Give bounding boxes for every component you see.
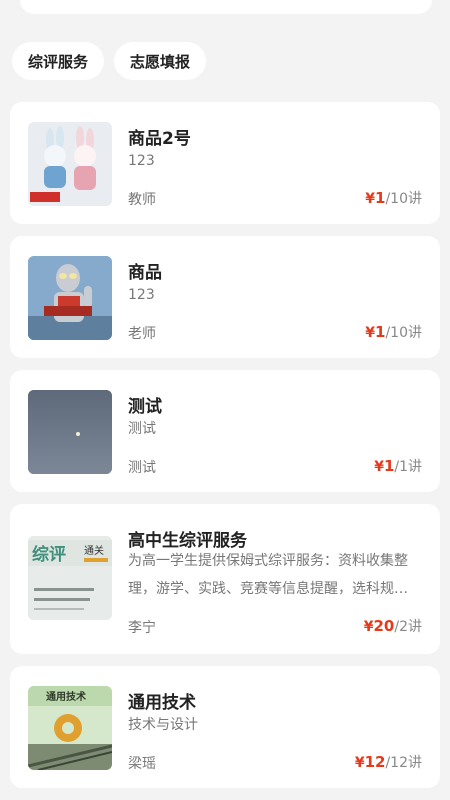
general-technology-book-image: 通用技术 [28,686,112,770]
chip-volunteer-filling[interactable]: 志愿填报 [114,42,207,80]
top-search-card [20,0,432,14]
course-teacher: 教师 [128,192,156,208]
svg-text:通关: 通关 [84,544,104,557]
svg-text:通用技术: 通用技术 [46,690,86,703]
course-description: 123 [128,287,155,303]
course-card[interactable]: 商品 123 老师 ¥1/10讲 [10,236,440,358]
course-description: 测试 [128,421,156,437]
night-sky-moon-image [28,390,112,474]
course-thumbnail: 综评 通关 [28,536,112,620]
course-price: ¥1/10讲 [365,323,422,341]
ultraman-figure-image [28,256,112,340]
course-card[interactable]: 通用技术 通用技术 技术与设计 梁瑶 ¥12/12讲 [10,666,440,788]
course-teacher: 老师 [128,326,156,342]
category-chips: 综评服务 志愿填报 [12,42,207,80]
course-card[interactable]: 商品2号 123 教师 ¥1/10讲 [10,102,440,224]
chip-comprehensive-evaluation[interactable]: 综评服务 [12,42,105,80]
course-thumbnail: 通用技术 [28,686,112,770]
course-description: 技术与设计 [128,717,198,733]
course-price: ¥20/2讲 [363,617,422,635]
svg-text:综评: 综评 [32,544,66,565]
course-description: 123 [128,153,155,169]
course-description: 为高一学生提供保姆式综评服务：资料收集整理，游学、实践、竞赛等信息提醒，选科规划… [128,553,408,597]
course-teacher: 李宁 [128,620,156,636]
course-thumbnail [28,256,112,340]
course-price: ¥1/1讲 [374,457,422,475]
course-teacher: 测试 [128,460,156,476]
course-teacher: 梁瑶 [128,756,156,772]
course-card[interactable]: 测试 测试 测试 ¥1/1讲 [10,370,440,492]
course-thumbnail [28,122,112,206]
course-price: ¥1/10讲 [365,189,422,207]
course-title: 通用技术 [128,693,196,713]
course-thumbnail [28,390,112,474]
course-title: 测试 [128,397,162,417]
crochet-bunny-dolls-image [28,122,112,206]
course-title: 商品 [128,263,162,283]
course-title: 商品2号 [128,129,191,149]
course-card[interactable]: 综评 通关 高中生综评服务 为高一学生提供保姆式综评服务：资料收集整理，游学、实… [10,504,440,654]
comprehensive-evaluation-book-image: 综评 通关 [28,536,112,620]
course-price: ¥12/12讲 [354,753,422,771]
